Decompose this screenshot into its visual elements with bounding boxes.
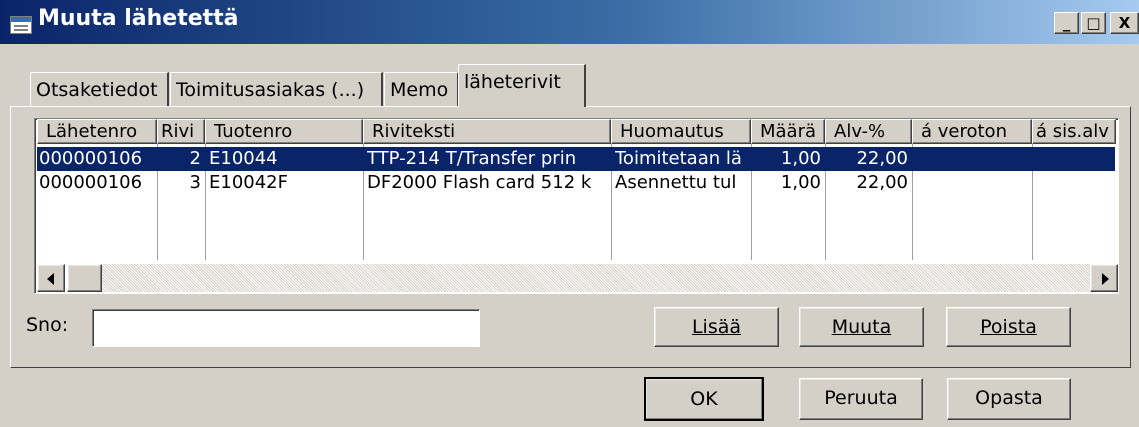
table-row[interactable]: 000000106 3 E10042F DF2000 Flash card 51… [35,171,1115,195]
cell-sisalv [1032,171,1115,195]
cell-lahetenro: 000000106 [39,148,143,169]
cell-alv: 22,00 [856,172,908,193]
minimize-button[interactable]: _ [1054,12,1079,34]
ok-button[interactable]: OK [644,377,764,421]
window-icon [10,16,32,34]
title-bar[interactable]: Muuta lähetettä _ □ X [0,0,1139,44]
edit-row-button[interactable]: Muuta [799,307,924,347]
arrow-left-icon [47,273,54,285]
tab-otsaketiedot[interactable]: Otsaketiedot [30,72,169,106]
cell-maara: 1,00 [780,148,821,169]
sno-input[interactable] [92,309,480,347]
cell-lahetenro: 000000106 [39,172,143,193]
cell-veroton [912,171,1031,195]
delete-row-button[interactable]: Poista [946,307,1071,347]
maximize-button[interactable]: □ [1081,12,1106,34]
button-label: Peruuta [824,387,898,409]
column-header-maara[interactable]: Määrä [751,119,825,144]
cancel-button[interactable]: Peruuta [799,378,923,420]
lines-grid[interactable]: Lähetenro Rivi Tuotenro Riviteksti Huoma… [34,118,1119,294]
horizontal-scrollbar[interactable] [37,264,1118,292]
cell-alv: 22,00 [856,148,908,169]
cell-veroton [912,147,1031,171]
button-label: OK [690,388,718,410]
button-label: Poista [980,316,1037,338]
scroll-right-button[interactable] [1090,264,1118,292]
cell-tuotenro: E10044 [209,148,278,169]
cell-maara: 1,00 [780,172,821,193]
close-button[interactable]: X [1110,12,1139,34]
tab-memo[interactable]: Memo [384,72,459,106]
cell-tuotenro: E10042F [209,172,288,193]
button-label: Muuta [831,316,892,338]
table-row[interactable]: 000000106 2 E10044 TTP-214 T/Transfer pr… [35,147,1115,171]
column-header-sisalv[interactable]: á sis.alv [1032,119,1116,144]
scrollbar-thumb[interactable] [67,264,102,292]
cell-rivi: 3 [189,172,201,193]
tab-laheterivit[interactable]: läheterivit [458,64,586,107]
scrollbar-track[interactable] [67,264,1090,292]
arrow-right-icon [1102,273,1109,285]
scroll-left-button[interactable] [37,264,65,292]
button-label: Opasta [975,387,1043,409]
column-header-alv[interactable]: Alv-% [825,119,912,144]
column-header-lahetenro[interactable]: Lähetenro [37,119,157,144]
column-header-tuotenro[interactable]: Tuotenro [205,119,363,144]
add-row-button[interactable]: Lisää [654,307,779,347]
tab-label: Toimitusasiakas (...) [176,79,365,101]
window-title: Muuta lähetettä [38,6,239,31]
column-header-rivi[interactable]: Rivi [157,119,205,144]
tab-toimitusasiakas[interactable]: Toimitusasiakas (...) [170,72,383,106]
cell-huomautus: Toimitetaan lä [615,148,742,169]
tab-label: läheterivit [464,71,561,93]
column-header-huomautus[interactable]: Huomautus [611,119,751,144]
sno-label: Sno: [26,314,69,336]
tab-label: Otsaketiedot [36,79,158,101]
cell-riviteksti: DF2000 Flash card 512 k [367,172,592,193]
help-button[interactable]: Opasta [947,378,1071,420]
column-header-veroton[interactable]: á veroton [912,119,1032,144]
tab-label: Memo [390,79,449,101]
cell-rivi: 2 [189,148,201,169]
cell-riviteksti: TTP-214 T/Transfer prin [367,148,577,169]
cell-huomautus: Asennettu tul [615,172,737,193]
column-header-riviteksti[interactable]: Riviteksti [363,119,611,144]
button-label: Lisää [691,316,742,338]
cell-sisalv [1032,147,1115,171]
